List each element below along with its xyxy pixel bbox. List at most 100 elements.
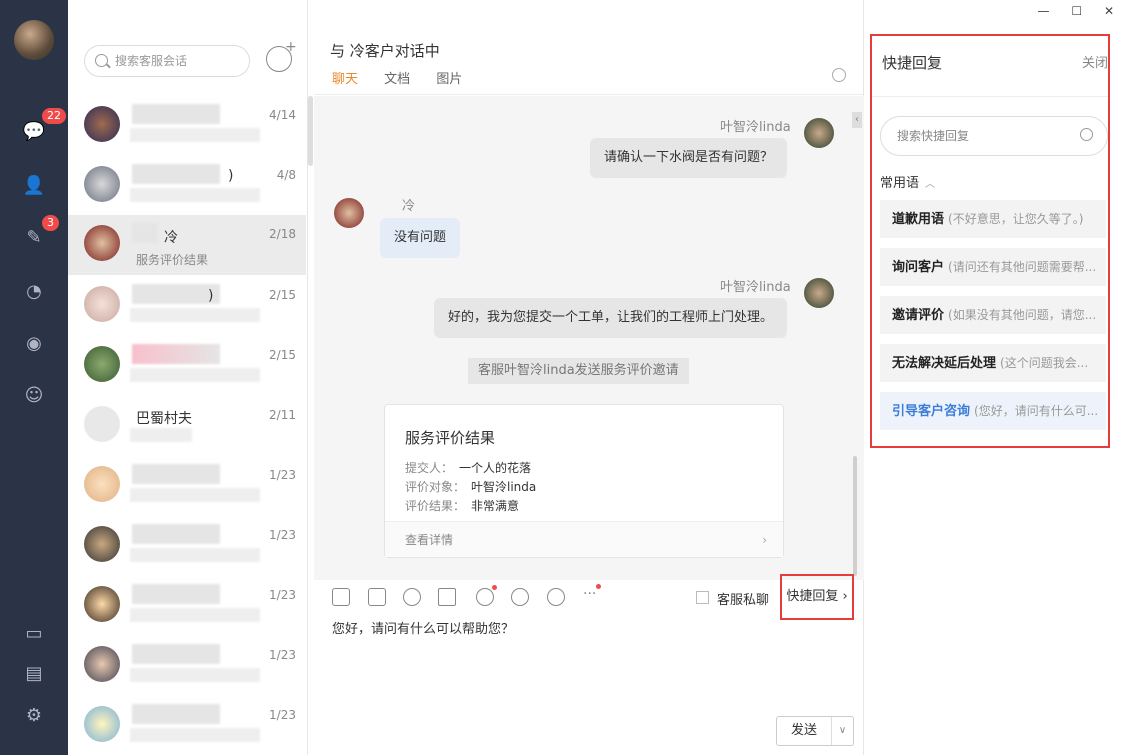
conversation-item[interactable]: 1/23 xyxy=(68,516,306,576)
card-title: 服务评价结果 xyxy=(405,429,496,447)
quick-reply-panel: — ☐ ✕ 快捷回复 关闭 搜索快捷回复 常用语 ︿ 道歉用语 (不好意思，让您久等… xyxy=(864,0,1126,755)
tab-chat[interactable]: 聊天 xyxy=(332,72,358,87)
contact-date: 2/18 xyxy=(269,227,296,241)
target-label: 评价对象： xyxy=(405,480,466,494)
file-icon[interactable] xyxy=(368,588,386,606)
contact-last-message: 服务评价结果 xyxy=(136,253,209,267)
tasks-badge: 3 xyxy=(42,215,59,231)
chat-title: 与 冷客户对话中 xyxy=(330,42,440,60)
conversation-item[interactable]: 1/23 xyxy=(68,696,306,755)
quick-reply-item[interactable]: 邀请评价 (如果没有其他问题，请您... xyxy=(880,296,1106,334)
avatar xyxy=(84,106,120,142)
chat-bubble-icon[interactable]: 💬 xyxy=(22,120,46,144)
input-toolbar: ··· 客服私聊 快捷回复 › xyxy=(314,574,864,620)
quick-reply-button[interactable]: 快捷回复 › xyxy=(780,574,854,620)
window-icon[interactable]: ▭ xyxy=(22,622,46,646)
contact-name: 冷 xyxy=(164,230,178,246)
conversation-item[interactable]: 2/15 xyxy=(68,336,306,396)
collapse-panel-icon[interactable]: ‹ xyxy=(852,112,862,128)
conversation-item[interactable]: ) 2/15 xyxy=(68,276,306,336)
contacts-icon[interactable]: 👤 xyxy=(22,174,46,198)
avatar xyxy=(84,225,120,261)
quick-reply-item-title: 引导客户咨询 xyxy=(892,404,971,419)
tab-images[interactable]: 图片 xyxy=(436,72,462,87)
drive-icon[interactable]: ▤ xyxy=(22,662,46,686)
emoji-icon[interactable] xyxy=(403,588,421,606)
image-icon[interactable] xyxy=(332,588,350,606)
contact-name: ) xyxy=(228,168,234,184)
conversation-item[interactable]: 1/23 xyxy=(68,636,306,696)
quick-reply-search-input[interactable]: 搜索快捷回复 xyxy=(880,116,1108,156)
maximize-icon[interactable]: ☐ xyxy=(1071,4,1082,18)
message-bubble: 好的，我为您提交一个工单，让我们的工程师上门处理。 xyxy=(434,298,788,338)
view-detail-link[interactable]: 查看详情 xyxy=(385,521,783,558)
send-label: 发送 xyxy=(791,723,818,738)
avatar xyxy=(84,166,120,202)
quick-reply-box: 快捷回复 关闭 搜索快捷回复 常用语 ︿ 道歉用语 (不好意思，让您久等了。) 询问… xyxy=(870,34,1110,448)
contact-date: 4/14 xyxy=(269,108,296,122)
contact-date: 1/23 xyxy=(269,648,296,662)
emoji-avatar-icon[interactable]: ☺ xyxy=(22,384,46,408)
pie-chart-icon[interactable]: ◔ xyxy=(22,280,46,304)
send-button[interactable]: 发送 ∨ xyxy=(776,716,854,746)
avatar xyxy=(84,706,120,742)
contact-date: 1/23 xyxy=(269,468,296,482)
quick-reply-group-toggle[interactable]: 常用语 ︿ xyxy=(880,172,935,191)
user-avatar[interactable] xyxy=(14,20,54,60)
search-placeholder: 搜索客服会话 xyxy=(115,54,188,68)
quick-reply-item-text: (您好，请问有什么可... xyxy=(974,404,1099,418)
chevron-down-icon[interactable]: ∨ xyxy=(831,717,853,745)
message-input[interactable]: 您好，请问有什么可以帮助您？ xyxy=(332,618,514,637)
tab-documents[interactable]: 文档 xyxy=(384,72,410,87)
result-value: 非常满意 xyxy=(471,499,520,513)
agent-avatar xyxy=(804,118,834,148)
contact-date: 4/8 xyxy=(276,168,296,182)
minimize-icon[interactable]: — xyxy=(1038,4,1050,18)
conversation-item[interactable]: 4/14 xyxy=(68,96,306,156)
conversation-item[interactable]: 1/23 xyxy=(68,576,306,636)
close-icon[interactable]: ✕ xyxy=(1104,4,1114,18)
message-scrollbar[interactable] xyxy=(853,456,857,576)
quick-reply-item-title: 无法解决延后处理 xyxy=(892,356,997,371)
quick-reply-item[interactable]: 询问客户 (请问还有其他问题需要帮... xyxy=(880,248,1106,286)
agent-avatar xyxy=(804,278,834,308)
conversation-item-active[interactable]: 冷 2/18 服务评价结果 xyxy=(68,215,306,275)
group-label: 常用语 xyxy=(880,176,920,191)
search-icon xyxy=(95,54,108,67)
private-chat-label: 客服私聊 xyxy=(717,593,770,608)
system-notice: 客服叶智泠linda发送服务评价邀请 xyxy=(468,358,689,384)
message-sender: 叶智泠linda xyxy=(720,120,791,135)
quick-reply-item[interactable]: 道歉用语 (不好意思，让您久等了。) xyxy=(880,200,1106,238)
conversation-item[interactable]: ) 4/8 xyxy=(68,156,306,216)
new-chat-icon[interactable]: + xyxy=(266,39,297,72)
avatar xyxy=(84,526,120,562)
messages-badge: 22 xyxy=(42,108,66,124)
robot-icon[interactable]: ◉ xyxy=(22,332,46,356)
edit-icon[interactable]: ✎ xyxy=(22,226,46,250)
quick-reply-title: 快捷回复 xyxy=(882,54,943,72)
quick-reply-item-selected[interactable]: 引导客户咨询 (您好，请问有什么可... xyxy=(880,392,1106,430)
quick-reply-item-title: 询问客户 xyxy=(892,260,945,275)
private-chat-checkbox[interactable] xyxy=(696,591,709,604)
transfer-agent-icon[interactable] xyxy=(476,585,497,606)
window-controls: — ☐ ✕ xyxy=(1020,4,1114,18)
contact-date: 2/15 xyxy=(269,288,296,302)
conversation-list-scrollbar[interactable] xyxy=(308,96,313,166)
conversation-item[interactable]: 1/23 xyxy=(68,456,306,516)
submitter-value: 一个人的花落 xyxy=(459,461,532,475)
more-icon[interactable]: ··· xyxy=(583,584,601,606)
quick-reply-item[interactable]: 无法解决延后处理 (这个问题我会... xyxy=(880,344,1106,382)
power-icon[interactable] xyxy=(547,588,565,606)
scissors-icon[interactable] xyxy=(438,588,456,606)
invite-agent-icon[interactable] xyxy=(511,588,529,606)
conversation-search-input[interactable]: 搜索客服会话 xyxy=(84,45,250,77)
chat-search-icon[interactable] xyxy=(832,68,846,82)
avatar xyxy=(84,646,120,682)
avatar xyxy=(84,346,120,382)
customer-avatar xyxy=(334,198,364,228)
quick-reply-item-text: (如果没有其他问题，请您... xyxy=(948,308,1097,322)
contact-date: 2/11 xyxy=(269,408,296,422)
gear-icon[interactable]: ⚙ xyxy=(22,704,46,728)
quick-reply-close-button[interactable]: 关闭 xyxy=(1082,52,1108,71)
conversation-item[interactable]: 巴蜀村夫 2/11 xyxy=(68,396,306,456)
